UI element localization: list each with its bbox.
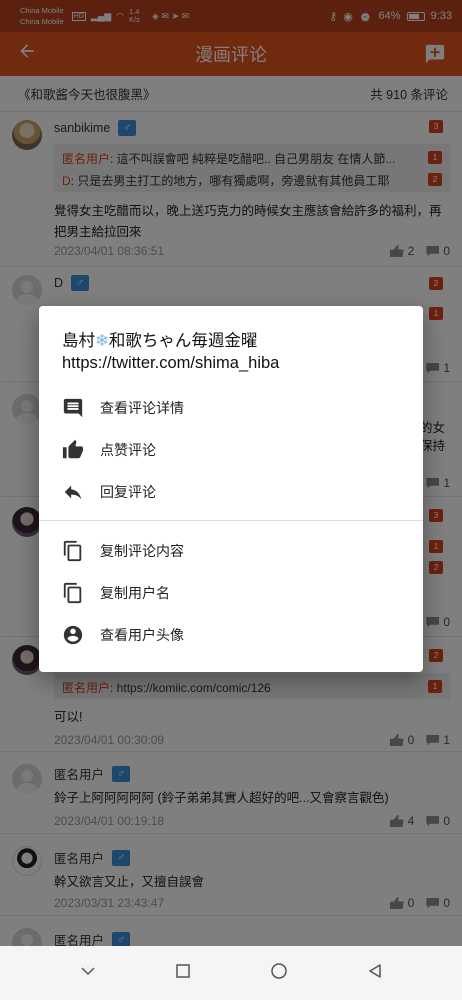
comment-icon [61, 396, 85, 420]
copy-icon [61, 539, 85, 563]
copy-comment-option[interactable]: 复制评论内容 [39, 530, 423, 572]
copy-username-option[interactable]: 复制用户名 [39, 572, 423, 614]
comment-actions-dialog: 島村❄和歌ちゃん毎週金曜 https://twitter.com/shima_h… [39, 306, 423, 672]
thumb-up-icon [61, 438, 85, 462]
like-comment-option[interactable]: 点赞评论 [39, 429, 423, 471]
reply-comment-option[interactable]: 回复评论 [39, 471, 423, 513]
nav-home-icon[interactable] [270, 962, 288, 985]
snowflake-icon: ❄ [95, 332, 109, 350]
reply-icon [61, 480, 85, 504]
dialog-title: 島村❄和歌ちゃん毎週金曜 https://twitter.com/shima_h… [62, 332, 280, 372]
dialog-title-link: https://twitter.com/shima_hiba [62, 354, 280, 372]
nav-back-icon[interactable] [367, 963, 383, 984]
view-avatar-option[interactable]: 查看用户头像 [39, 614, 423, 656]
account-circle-icon [61, 623, 85, 647]
copy-icon [61, 581, 85, 605]
system-nav-bar [0, 946, 462, 1000]
view-comment-detail-option[interactable]: 查看评论详情 [39, 387, 423, 429]
nav-hide-icon[interactable] [80, 963, 96, 984]
nav-recents-icon[interactable] [175, 963, 191, 984]
dialog-divider [39, 520, 423, 521]
